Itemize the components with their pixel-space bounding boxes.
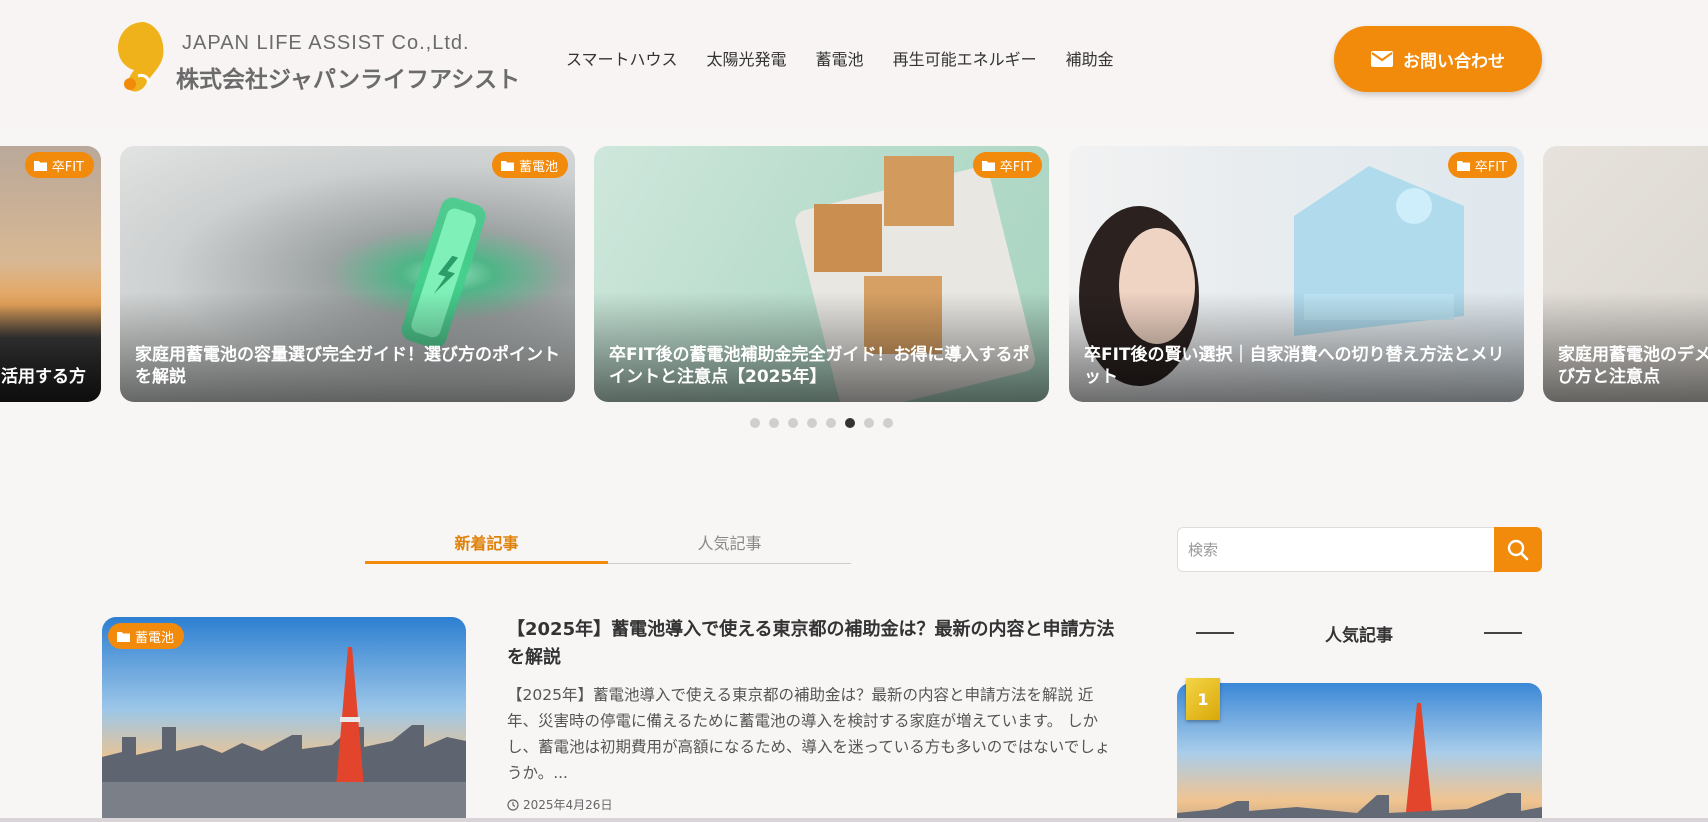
popular-article-thumbnail[interactable] (1177, 683, 1542, 822)
slider-card[interactable]: 卒FIT 卒FIT後の賢い選択｜自家消費への切り替え方法とメリット (1069, 146, 1524, 402)
heading-divider (1484, 632, 1522, 634)
slider-card[interactable]: 卒FIT 活用する方 (0, 146, 101, 402)
clock-icon (507, 798, 519, 811)
folder-icon (117, 631, 130, 642)
folder-icon (1456, 160, 1470, 171)
pagination-dot[interactable] (788, 418, 798, 428)
card-title: 活用する方 (1, 367, 86, 387)
folder-icon (500, 160, 514, 171)
category-badge[interactable]: 卒FIT (972, 152, 1042, 178)
article-thumbnail[interactable]: 蓄電池 (102, 617, 466, 822)
pagination-dot[interactable] (769, 418, 779, 428)
mail-icon (1371, 51, 1393, 67)
contact-button[interactable]: お問い合わせ (1334, 26, 1542, 92)
card-title: 家庭用蓄電池のデメ選び方と注意点 (1558, 345, 1708, 387)
article-title[interactable]: 【2025年】蓄電池導入で使える東京都の補助金は？最新の内容と申請方法を解説 (507, 616, 1117, 672)
pagination-dot[interactable] (883, 418, 893, 428)
logo-japanese: 株式会社ジャパンライフアシスト (176, 67, 521, 93)
pagination-dot-active[interactable] (845, 418, 855, 428)
rank-badge: 1 (1186, 678, 1220, 720)
site-header: JAPAN LIFE ASSIST Co.,Ltd. 株式会社ジャパンライフアシ… (0, 0, 1708, 126)
slider-card[interactable]: 家庭用蓄電池のデメ選び方と注意点 (1543, 146, 1708, 402)
featured-slider: 卒FIT 活用する方 蓄電池 家庭用蓄電池の容量選び完全ガイド！選び方のポイント… (0, 146, 1708, 402)
nav-subsidy[interactable]: 補助金 (1066, 46, 1114, 70)
bottom-border (0, 818, 1708, 822)
contact-label: お問い合わせ (1403, 51, 1505, 72)
card-title: 卒FIT後の蓄電池補助金完全ガイド！お得に導入するポイントと注意点【2025年】 (609, 345, 1030, 387)
tokyo-skyline-image-icon (1177, 683, 1542, 822)
main-nav: スマートハウス 太陽光発電 蓄電池 再生可能エネルギー 補助金 (566, 46, 1114, 70)
heading-text: 人気記事 (1325, 625, 1393, 646)
pagination-dot[interactable] (826, 418, 836, 428)
pagination-dot[interactable] (807, 418, 817, 428)
slider-card[interactable]: 蓄電池 家庭用蓄電池の容量選び完全ガイド！選び方のポイントを解説 (120, 146, 575, 402)
popular-articles-heading: 人気記事 (1196, 620, 1522, 646)
nav-renewable[interactable]: 再生可能エネルギー (893, 46, 1037, 70)
category-badge[interactable]: 卒FIT (1447, 152, 1517, 178)
article-tabs: 新着記事 人気記事 (365, 520, 851, 564)
nav-battery[interactable]: 蓄電池 (816, 46, 864, 70)
logo-mark-icon (118, 22, 164, 92)
nav-smarthouse[interactable]: スマートハウス (566, 46, 678, 70)
category-badge[interactable]: 蓄電池 (491, 152, 568, 178)
category-badge[interactable]: 蓄電池 (108, 623, 185, 649)
heading-divider (1196, 632, 1234, 634)
card-title: 卒FIT後の賢い選択｜自家消費への切り替え方法とメリット (1084, 345, 1505, 387)
article-excerpt: 【2025年】蓄電池導入で使える東京都の補助金は？最新の内容と申請方法を解説 近… (507, 686, 1111, 782)
tab-popular-articles[interactable]: 人気記事 (608, 520, 851, 563)
logo-english: JAPAN LIFE ASSIST Co.,Ltd. (182, 32, 470, 54)
pagination-dot[interactable] (864, 418, 874, 428)
folder-icon (33, 160, 47, 171)
folder-icon (981, 160, 995, 171)
site-logo[interactable]: JAPAN LIFE ASSIST Co.,Ltd. 株式会社ジャパンライフアシ… (116, 20, 520, 98)
pagination-dot[interactable] (750, 418, 760, 428)
slider-card[interactable]: 卒FIT 卒FIT後の蓄電池補助金完全ガイド！お得に導入するポイントと注意点【2… (594, 146, 1049, 402)
slider-pagination (750, 418, 893, 428)
nav-solar[interactable]: 太陽光発電 (707, 46, 787, 70)
search-icon (1507, 539, 1529, 560)
tab-new-articles[interactable]: 新着記事 (365, 520, 608, 564)
search-button[interactable] (1494, 527, 1542, 572)
search-input[interactable] (1177, 527, 1496, 572)
search-form (1177, 527, 1542, 572)
article-date: 2025年4月26日 (507, 796, 612, 813)
card-title: 家庭用蓄電池の容量選び完全ガイド！選び方のポイントを解説 (135, 345, 560, 387)
category-badge[interactable]: 卒FIT (24, 152, 94, 178)
